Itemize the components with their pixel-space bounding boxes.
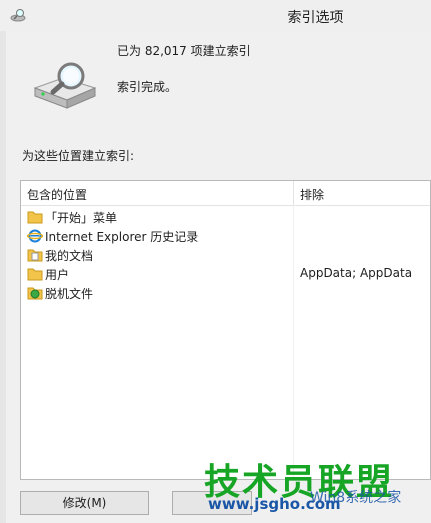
folder-icon: [27, 211, 43, 224]
column-divider: [293, 181, 294, 205]
documents-folder-icon: [27, 249, 43, 262]
column-header-excluded[interactable]: 排除: [300, 186, 324, 203]
column-separator: [293, 205, 294, 479]
list-item[interactable]: 用户: [27, 266, 69, 284]
list-header: 包含的位置 排除: [21, 181, 430, 206]
list-item[interactable]: 「开始」菜单: [27, 209, 117, 227]
index-status-text: 索引完成。: [117, 80, 178, 94]
location-name: Internet Explorer 历史记录: [45, 230, 199, 244]
excluded-paths: AppData; AppData: [300, 266, 413, 280]
indexing-drive-icon: [33, 62, 97, 109]
internet-explorer-icon: [27, 229, 43, 243]
indexed-count-text: 已为 82,017 项建立索引: [117, 44, 251, 58]
column-header-included[interactable]: 包含的位置: [27, 186, 87, 203]
location-name: 脱机文件: [45, 287, 94, 301]
window-title: 索引选项: [287, 10, 344, 26]
indexed-locations-label: 为这些位置建立索引:: [22, 149, 135, 163]
modify-button[interactable]: 修改(M): [20, 491, 149, 515]
advanced-button[interactable]: [172, 491, 252, 515]
location-name: 我的文档: [45, 249, 94, 263]
indexed-locations-list[interactable]: 包含的位置 排除 「开始」菜单 Internet Explorer 历史记录 我…: [20, 180, 431, 480]
list-item[interactable]: 我的文档: [27, 247, 93, 265]
location-name: 「开始」菜单: [45, 211, 118, 225]
list-item[interactable]: 脱机文件: [27, 285, 93, 303]
offline-files-icon: [27, 287, 43, 300]
folder-icon: [27, 268, 43, 281]
list-item[interactable]: Internet Explorer 历史记录: [27, 228, 198, 246]
title-bar: 索引选项: [0, 0, 431, 31]
location-name: 用户: [45, 268, 70, 282]
